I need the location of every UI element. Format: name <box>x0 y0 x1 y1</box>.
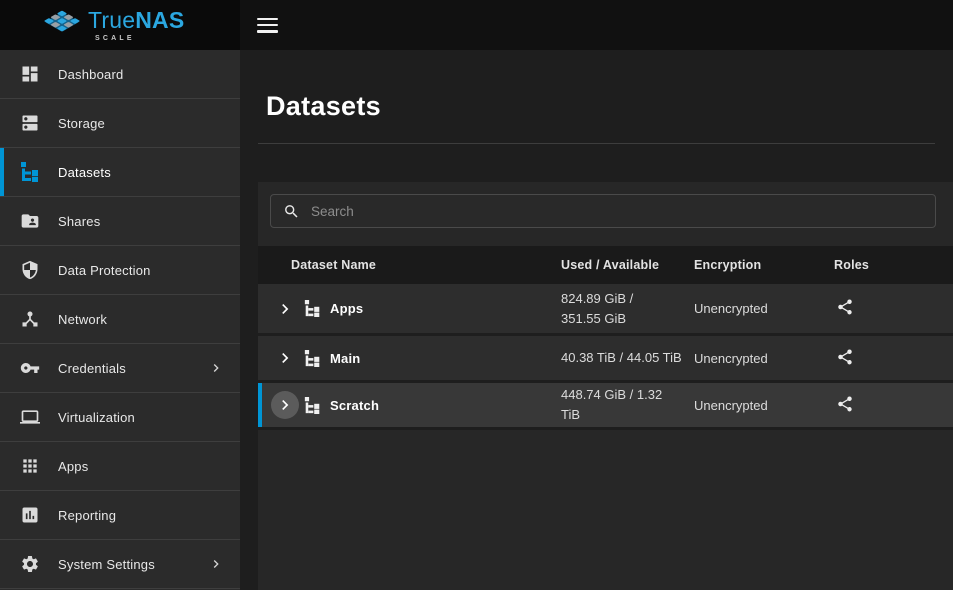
dataset-icon <box>304 397 321 414</box>
sidebar-item-system-settings[interactable]: System Settings <box>0 540 240 589</box>
sidebar-item-shares[interactable]: Shares <box>0 197 240 246</box>
sidebar-item-label: Dashboard <box>58 67 123 82</box>
storage-icon <box>20 113 40 133</box>
sidebar-item-storage[interactable]: Storage <box>0 99 240 148</box>
datasets-table: Dataset Name Used / Available Encryption… <box>258 246 953 430</box>
used-available-value: 824.89 GiB / 351.55 GiB <box>561 289 694 329</box>
bar-chart-icon <box>20 505 40 525</box>
sidebar-item-datasets[interactable]: Datasets <box>0 148 240 197</box>
sidebar-item-label: Datasets <box>58 165 111 180</box>
chevron-right-icon <box>208 556 224 572</box>
dataset-icon <box>304 350 321 367</box>
truenas-app: TrueNAS SCALE Dashboard Storage <box>0 0 953 590</box>
share-icon[interactable] <box>834 346 856 368</box>
sidebar-item-label: Storage <box>58 116 105 131</box>
expand-row-button[interactable] <box>271 391 299 419</box>
network-hub-icon <box>20 309 40 329</box>
truenas-wordmark: TrueNAS SCALE <box>88 9 184 42</box>
brand-true: True <box>88 7 135 33</box>
table-row-apps[interactable]: Apps 824.89 GiB / 351.55 GiB Unencrypted <box>258 284 953 336</box>
used-available-value: 40.38 TiB / 44.05 TiB <box>561 348 694 368</box>
sidebar-item-apps[interactable]: Apps <box>0 442 240 491</box>
column-header-dataset-name: Dataset Name <box>258 258 561 272</box>
table-header: Dataset Name Used / Available Encryption… <box>258 246 953 284</box>
sidebar-item-label: Virtualization <box>58 410 135 425</box>
encryption-value: Unencrypted <box>694 301 828 316</box>
expand-row-button[interactable] <box>271 295 299 323</box>
brand-nas: NAS <box>135 7 184 33</box>
truenas-logo[interactable]: TrueNAS SCALE <box>0 0 240 50</box>
table-row-main[interactable]: Main 40.38 TiB / 44.05 TiB Unencrypted <box>258 336 953 383</box>
search-box <box>270 194 936 228</box>
sidebar-item-label: Credentials <box>58 361 126 376</box>
apps-grid-icon <box>20 456 40 476</box>
sidebar-item-virtualization[interactable]: Virtualization <box>0 393 240 442</box>
datasets-tree-icon <box>20 162 40 182</box>
gear-icon <box>20 554 40 574</box>
column-header-roles: Roles <box>828 258 953 272</box>
shield-icon <box>20 260 40 280</box>
truenas-logo-icon <box>42 4 82 47</box>
top-bar: TrueNAS SCALE <box>0 0 953 50</box>
sidebar-item-reporting[interactable]: Reporting <box>0 491 240 540</box>
search-input[interactable] <box>311 204 925 219</box>
dashboard-icon <box>20 64 40 84</box>
dataset-name: Scratch <box>330 398 379 413</box>
encryption-value: Unencrypted <box>694 351 828 366</box>
sidebar-item-label: System Settings <box>58 557 155 572</box>
datasets-panel: Dataset Name Used / Available Encryption… <box>258 182 953 590</box>
title-divider <box>258 143 935 144</box>
key-icon <box>20 358 40 378</box>
column-header-encryption: Encryption <box>694 258 828 272</box>
chevron-right-icon <box>208 360 224 376</box>
sidebar-item-data-protection[interactable]: Data Protection <box>0 246 240 295</box>
sidebar-item-label: Data Protection <box>58 263 151 278</box>
column-header-used-available: Used / Available <box>561 258 694 272</box>
expand-row-button[interactable] <box>271 344 299 372</box>
used-available-value: 448.74 GiB / 1.32 TiB <box>561 385 694 425</box>
sidebar: Dashboard Storage Datasets Shares <box>0 50 240 590</box>
dataset-icon <box>304 300 321 317</box>
sidebar-item-label: Reporting <box>58 508 116 523</box>
search-icon <box>283 203 300 220</box>
dataset-name: Main <box>330 351 360 366</box>
laptop-icon <box>20 407 40 427</box>
sidebar-item-label: Apps <box>58 459 88 474</box>
share-icon[interactable] <box>834 393 856 415</box>
dataset-name: Apps <box>330 301 363 316</box>
sidebar-item-credentials[interactable]: Credentials <box>0 344 240 393</box>
brand-edition: SCALE <box>88 35 184 42</box>
sidebar-item-label: Shares <box>58 214 100 229</box>
sidebar-item-network[interactable]: Network <box>0 295 240 344</box>
share-icon[interactable] <box>834 296 856 318</box>
page-title: Datasets <box>266 90 953 123</box>
folder-shared-icon <box>20 211 40 231</box>
table-row-scratch[interactable]: Scratch 448.74 GiB / 1.32 TiB Unencrypte… <box>258 383 953 430</box>
sidebar-item-label: Network <box>58 312 107 327</box>
sidebar-item-dashboard[interactable]: Dashboard <box>0 50 240 99</box>
encryption-value: Unencrypted <box>694 398 828 413</box>
main-content: Datasets Dataset Name Used / Available <box>240 50 953 590</box>
menu-icon[interactable] <box>257 18 278 33</box>
